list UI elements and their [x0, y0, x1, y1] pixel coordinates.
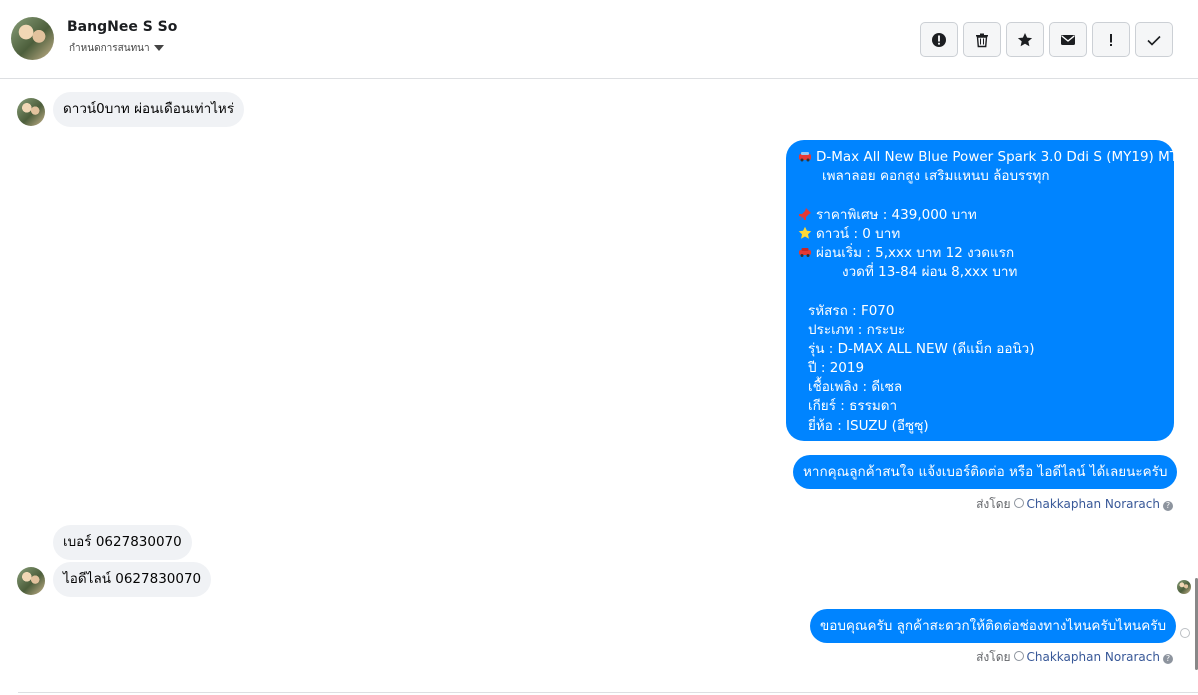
check-circle-icon — [1013, 651, 1024, 661]
action-toolbar — [920, 22, 1173, 57]
sender-link[interactable]: Chakkaphan Norarach — [1027, 650, 1160, 664]
contact-name[interactable]: BangNee S So — [67, 19, 177, 35]
check-circle-icon — [1013, 498, 1024, 508]
contact-avatar-small — [17, 98, 45, 126]
offer-line: ดาวน์ : 0 บาท — [798, 225, 1174, 244]
offer-line: ปี : 2019 — [808, 360, 865, 377]
contact-avatar-small — [17, 567, 45, 595]
sent-status-icon — [1180, 628, 1190, 638]
sent-by-info: ส่งโดย Chakkaphan Norarach? — [976, 495, 1173, 514]
incoming-message[interactable]: ดาวน์0บาท ผ่อนเดือนเท่าไหร่ — [53, 92, 245, 127]
incoming-message[interactable]: เบอร์ 0627830070 — [53, 525, 192, 560]
offer-spacer — [798, 282, 1174, 301]
offer-line: เพลาลอย คอกสูง เสริมแหนบ ล้อบรรทุก — [822, 168, 1050, 185]
mark-unread-button[interactable] — [1049, 22, 1087, 57]
outgoing-offer-message[interactable]: D-Max All New Blue Power Spark 3.0 Ddi S… — [786, 140, 1178, 441]
delete-button[interactable] — [963, 22, 1001, 57]
pushpin-icon — [799, 207, 811, 221]
car-icon — [799, 247, 811, 257]
offer-line: เกียร์ : ธรรมดา — [808, 398, 898, 415]
exclamation-icon — [1110, 33, 1112, 46]
offer-line: ยี่ห้อ : ISUZU (อีซูซุ) — [808, 417, 929, 434]
offer-down: ดาวน์ : 0 บาท — [816, 225, 901, 242]
help-icon[interactable]: ? — [1163, 654, 1173, 664]
outgoing-message[interactable]: ขอบคุณครับ ลูกค้าสะดวกให้ติดต่อช่องทางไห… — [810, 609, 1177, 643]
divider — [18, 692, 1198, 693]
offer-line: ผ่อนเริ่ม : 5,xxx บาท 12 งวดแรก — [798, 244, 1174, 263]
chevron-down-icon — [153, 45, 164, 51]
check-icon — [1147, 35, 1161, 46]
offer-spacer — [798, 186, 1174, 205]
follow-up-button[interactable] — [1092, 22, 1130, 57]
car-icon — [799, 152, 811, 162]
alert-circle-icon — [932, 32, 946, 47]
offer-line: งวดที่ 13-84 ผ่อน 8,xxx บาท — [842, 264, 1018, 281]
conversation-header: BangNee S So กำหนดการสนทนา — [0, 0, 1198, 79]
trash-icon — [976, 33, 988, 47]
offer-line: D-Max All New Blue Power Spark 3.0 Ddi S… — [798, 148, 1178, 167]
offer-line: รหัสรถ : F070 — [808, 302, 895, 319]
conversation-label-dropdown[interactable]: กำหนดการสนทนา — [69, 41, 164, 56]
offer-line: เชื้อเพลิง : ดีเซล — [808, 379, 903, 396]
star-emoji-icon — [798, 226, 812, 239]
offer-price: ราคาพิเศษ : 439,000 บาท — [816, 206, 977, 223]
mail-icon — [1061, 34, 1075, 45]
offer-line: รุ่น : D-MAX ALL NEW (ดีแม็ก ออนิว) — [808, 340, 1035, 357]
mark-done-button[interactable] — [1135, 22, 1173, 57]
offer-line: ราคาพิเศษ : 439,000 บาท — [798, 206, 1174, 225]
conversation-label-text: กำหนดการสนทนา — [69, 43, 150, 54]
sent-by-label: ส่งโดย — [976, 497, 1011, 511]
star-icon — [1017, 32, 1033, 46]
star-button[interactable] — [1006, 22, 1044, 57]
incoming-message[interactable]: ไอดีไลน์ 0627830070 — [53, 562, 212, 597]
offer-line: ประเภท : กระบะ — [808, 321, 906, 338]
outgoing-message[interactable]: หากคุณลูกค้าสนใจ แจ้งเบอร์ติดต่อ หรือ ไอ… — [793, 455, 1178, 489]
mark-spam-button[interactable] — [920, 22, 958, 57]
offer-installment: ผ่อนเริ่ม : 5,xxx บาท 12 งวดแรก — [816, 244, 1015, 261]
offer-title: D-Max All New Blue Power Spark 3.0 Ddi S… — [816, 149, 1178, 165]
sent-by-label: ส่งโดย — [976, 650, 1011, 664]
sender-link[interactable]: Chakkaphan Norarach — [1027, 497, 1160, 511]
seen-avatar — [1177, 580, 1191, 594]
help-icon[interactable]: ? — [1163, 501, 1173, 511]
sent-by-info: ส่งโดย Chakkaphan Norarach? — [976, 648, 1173, 667]
contact-avatar[interactable] — [11, 17, 54, 60]
